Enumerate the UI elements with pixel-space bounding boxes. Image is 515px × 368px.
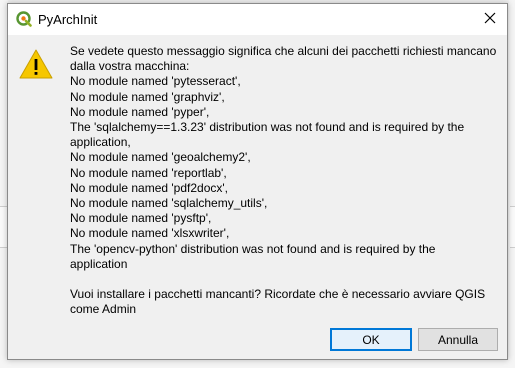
ok-button[interactable]: OK xyxy=(330,328,412,351)
message-line: No module named 'xlsxwriter', xyxy=(70,226,230,241)
message-line: The 'sqlalchemy==1.3.23' distribution wa… xyxy=(70,120,465,135)
message-line: dalla vostra macchina: xyxy=(70,59,190,74)
message-line: No module named 'geoalchemy2', xyxy=(70,150,251,165)
background-window-right xyxy=(509,0,515,368)
qgis-icon xyxy=(16,11,32,27)
message-line: No module named 'pyper', xyxy=(70,104,210,119)
dialog-title: PyArchInit xyxy=(38,12,98,27)
message-line: application xyxy=(70,256,128,271)
message-line: No module named 'graphviz', xyxy=(70,89,225,104)
question-line: Vuoi installare i pacchetti mancanti? Ri… xyxy=(70,287,486,302)
cancel-button[interactable]: Annulla xyxy=(418,328,498,351)
message-line: No module named 'reportlab', xyxy=(70,165,227,180)
message-dialog: PyArchInit Se vedete questo messaggio si… xyxy=(7,3,508,360)
message-line: No module named 'pytesseract', xyxy=(70,74,241,89)
background-window-bottom xyxy=(0,360,515,368)
message-line: No module named 'sqlalchemy_utils', xyxy=(70,196,268,211)
message-line: No module named 'pdf2docx', xyxy=(70,180,229,195)
question-line: come Admin xyxy=(70,302,137,317)
background-panel-right xyxy=(510,206,515,248)
warning-icon xyxy=(18,48,54,80)
close-icon xyxy=(484,11,496,29)
message-line: No module named 'pysftp', xyxy=(70,211,212,226)
close-button[interactable] xyxy=(473,4,507,35)
message-line: Se vedete questo messaggio significa che… xyxy=(70,44,497,58)
message-line: The 'opencv-python' distribution was not… xyxy=(70,241,436,256)
title-bar: PyArchInit xyxy=(8,4,507,35)
message-text: Se vedete questo messaggio significa che… xyxy=(70,44,500,318)
message-spacer xyxy=(70,272,500,287)
message-line: application, xyxy=(70,135,131,150)
